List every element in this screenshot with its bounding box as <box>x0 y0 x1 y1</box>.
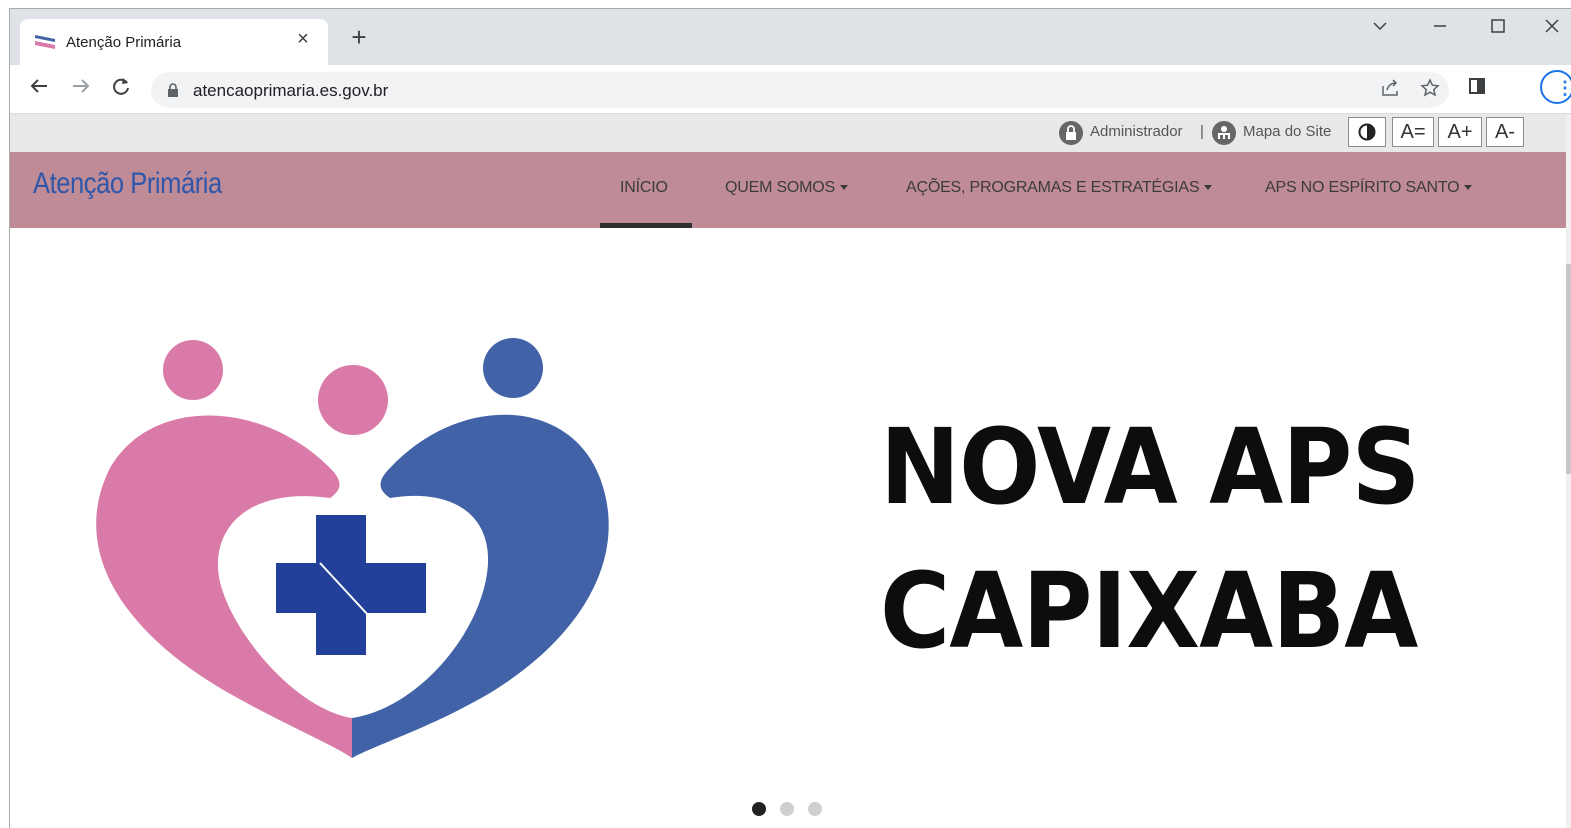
chevron-down-icon[interactable] <box>1362 17 1398 40</box>
nav-aps-es-label: APS NO ESPÍRITO SANTO <box>1265 179 1460 196</box>
contrast-button[interactable] <box>1348 117 1386 147</box>
tab-strip: Atenção Primária × + <box>10 9 1571 65</box>
browser-tab[interactable]: Atenção Primária × <box>20 19 328 65</box>
new-tab-button[interactable]: + <box>344 23 374 51</box>
share-icon[interactable] <box>1377 78 1403 102</box>
caret-down-icon <box>1464 185 1473 191</box>
sitemap-icon <box>1212 121 1236 145</box>
scrollbar-thumb[interactable] <box>1566 264 1571 474</box>
caret-down-icon <box>1204 185 1213 191</box>
minimize-icon[interactable] <box>1422 17 1458 40</box>
browser-menu-icon[interactable]: ⋮ <box>1540 70 1571 104</box>
carousel-dot-1[interactable] <box>752 802 766 816</box>
nav-quem-somos[interactable]: QUEM SOMOS <box>725 179 849 197</box>
nav-acoes[interactable]: AÇÕES, PROGRAMAS E ESTRATÉGIAS <box>906 179 1213 197</box>
nav-quem-somos-label: QUEM SOMOS <box>725 179 836 196</box>
nav-aps-es[interactable]: APS NO ESPÍRITO SANTO <box>1265 179 1473 197</box>
bookmark-star-icon[interactable] <box>1417 78 1443 102</box>
separator: | <box>1200 123 1204 140</box>
close-window-icon[interactable] <box>1534 17 1570 40</box>
site-favicon-icon <box>35 35 55 49</box>
address-bar[interactable]: atencaoprimaria.es.gov.br <box>151 72 1449 108</box>
hero-carousel[interactable]: NOVA APS CAPIXABA <box>10 228 1566 828</box>
nav-acoes-label: AÇÕES, PROGRAMAS E ESTRATÉGIAS <box>906 179 1200 196</box>
font-decrease-button[interactable]: A- <box>1486 117 1524 147</box>
admin-link[interactable]: Administrador <box>1090 123 1183 140</box>
carousel-dot-2[interactable] <box>780 802 794 816</box>
font-increase-button[interactable]: A+ <box>1438 117 1482 147</box>
carousel-dot-3[interactable] <box>808 802 822 816</box>
tab-title: Atenção Primária <box>66 34 182 51</box>
page-scrollbar[interactable] <box>1566 114 1571 828</box>
lock-icon <box>1059 121 1083 145</box>
maximize-icon[interactable] <box>1480 17 1516 40</box>
font-normal-button[interactable]: A= <box>1392 117 1434 147</box>
utility-bar: Administrador | Mapa do Site A= A+ A- <box>10 114 1571 152</box>
url-text: atencaoprimaria.es.gov.br <box>193 81 389 100</box>
hero-headline-line2: CAPIXABA <box>880 550 1418 672</box>
lock-icon <box>168 83 178 97</box>
aps-heart-logo <box>96 338 609 758</box>
site-navbar: Atenção Primária INÍCIO QUEM SOMOS AÇÕES… <box>10 152 1566 228</box>
hero-headline-line1: NOVA APS <box>880 406 1420 528</box>
site-brand[interactable]: Atenção Primária <box>33 167 222 201</box>
reload-icon[interactable] <box>106 75 136 103</box>
side-panel-icon[interactable] <box>1462 75 1492 103</box>
caret-down-icon <box>840 185 849 191</box>
back-arrow-icon[interactable] <box>24 75 54 103</box>
browser-window: Atenção Primária × + atencaoprimaria.es.… <box>9 8 1571 828</box>
forward-arrow-icon[interactable] <box>66 75 96 103</box>
nav-inicio[interactable]: INÍCIO <box>620 179 668 197</box>
sitemap-link[interactable]: Mapa do Site <box>1243 123 1331 140</box>
tab-close-icon[interactable]: × <box>290 28 316 51</box>
browser-toolbar: atencaoprimaria.es.gov.br ⋮ <box>10 65 1571 114</box>
